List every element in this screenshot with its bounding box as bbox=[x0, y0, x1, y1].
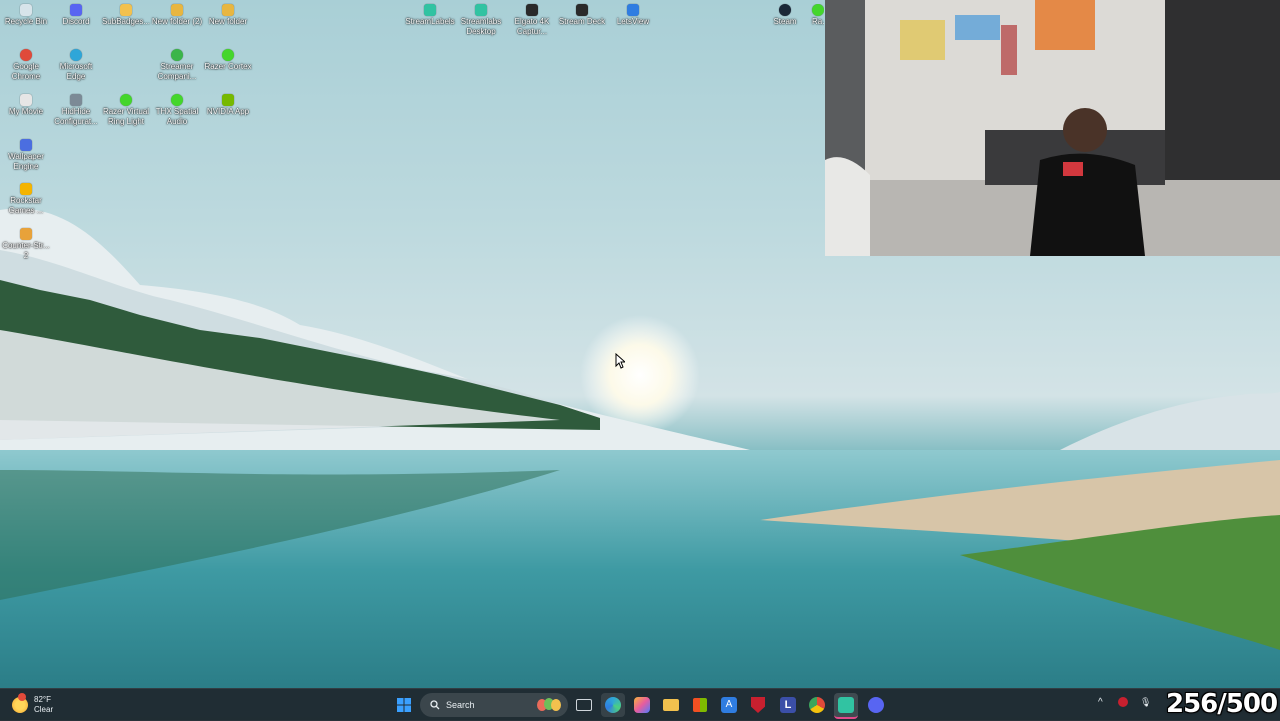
razer-shortcut-partial[interactable]: Ra... bbox=[794, 4, 824, 27]
azure-icon: A bbox=[721, 697, 737, 713]
mouse-cursor-icon bbox=[615, 353, 625, 369]
recycle-bin-icon bbox=[20, 4, 32, 16]
search-label: Search bbox=[446, 700, 475, 710]
l-app-taskbar-button[interactable]: L bbox=[776, 693, 800, 717]
streamlabs-icon bbox=[838, 697, 854, 713]
hidhide-icon bbox=[70, 94, 82, 106]
webcam-feed bbox=[825, 0, 1280, 256]
microsoft-edge-shortcut[interactable]: Microsoft Edge bbox=[50, 49, 102, 82]
weather-temperature: 82°F bbox=[34, 695, 51, 704]
file-explorer-icon bbox=[663, 699, 679, 711]
letsview-shortcut[interactable]: LetsView bbox=[607, 4, 659, 27]
discord-icon bbox=[868, 697, 884, 713]
discord-shortcut[interactable]: Discord bbox=[50, 4, 102, 27]
mcafee-taskbar-button[interactable] bbox=[746, 693, 770, 717]
streamer-companion-icon bbox=[171, 49, 183, 61]
new-folder-shortcut[interactable]: New folder bbox=[202, 4, 254, 27]
hidhide-shortcut[interactable]: HidHide Configurat... bbox=[50, 94, 102, 127]
chrome-icon bbox=[809, 697, 825, 713]
folder-icon bbox=[120, 4, 132, 16]
azure-taskbar-button[interactable]: A bbox=[717, 693, 741, 717]
elgato-4k-capture-shortcut[interactable]: Elgato 4K Captur... bbox=[506, 4, 558, 37]
streamlabs-taskbar-button[interactable] bbox=[834, 693, 858, 719]
tray-overflow-chevron-icon[interactable]: ^ bbox=[1098, 697, 1103, 708]
search-icon bbox=[430, 700, 440, 710]
elgato-icon bbox=[526, 4, 538, 16]
copilot-taskbar-button[interactable] bbox=[630, 693, 654, 717]
counter-strike-icon bbox=[20, 228, 32, 240]
start-button[interactable] bbox=[392, 693, 416, 717]
stream-deck-icon bbox=[576, 4, 588, 16]
nvidia-icon bbox=[222, 94, 234, 106]
microsoft-store-icon bbox=[693, 698, 707, 712]
tray-app-icon[interactable] bbox=[1118, 697, 1128, 710]
razer-icon bbox=[222, 49, 234, 61]
subbadges-shortcut[interactable]: SubBadges... bbox=[100, 4, 152, 27]
windows-start-icon bbox=[397, 698, 411, 712]
folder-icon bbox=[171, 4, 183, 16]
steam-icon bbox=[779, 4, 791, 16]
razer-icon bbox=[120, 94, 132, 106]
my-movie-shortcut[interactable]: My Movie bbox=[0, 94, 52, 117]
task-view-icon bbox=[576, 699, 592, 711]
rockstar-games-shortcut[interactable]: Rockstar Games ... bbox=[0, 183, 52, 216]
folder-icon bbox=[222, 4, 234, 16]
chrome-taskbar-button[interactable] bbox=[805, 693, 829, 717]
new-folder-2-shortcut[interactable]: New folder (2) bbox=[151, 4, 203, 27]
weather-widget[interactable]: 82°F Clear bbox=[12, 693, 53, 717]
store-taskbar-button[interactable] bbox=[688, 693, 712, 717]
taskbar-search-box[interactable]: Search bbox=[420, 693, 568, 717]
rockstar-icon bbox=[20, 183, 32, 195]
task-view-button[interactable] bbox=[572, 693, 596, 717]
stream-deck-shortcut[interactable]: Stream Deck bbox=[556, 4, 608, 27]
webcam-overlay bbox=[825, 0, 1280, 256]
movie-icon bbox=[20, 94, 32, 106]
copilot-icon bbox=[634, 697, 650, 713]
edge-icon bbox=[605, 697, 621, 713]
taskbar: 82°F Clear Search A L ^ 🎙 bbox=[0, 688, 1280, 721]
counter-strike-shortcut[interactable]: Counter-Str... 2 bbox=[0, 228, 52, 261]
recycle-bin-shortcut[interactable]: Recycle Bin bbox=[0, 4, 52, 27]
mcafee-shield-icon bbox=[751, 697, 765, 713]
l-app-icon: L bbox=[780, 697, 796, 713]
streamlabels-icon bbox=[424, 4, 436, 16]
goal-counter-overlay: 256/500 bbox=[1166, 689, 1278, 719]
microphone-icon[interactable]: 🎙 bbox=[1140, 697, 1151, 708]
streamlabs-icon bbox=[475, 4, 487, 16]
edge-icon bbox=[70, 49, 82, 61]
wallpaper-engine-shortcut[interactable]: Wallpaper Engine bbox=[0, 139, 52, 172]
file-explorer-taskbar-button[interactable] bbox=[659, 693, 683, 717]
google-chrome-shortcut[interactable]: Google Chrome bbox=[0, 49, 52, 82]
search-highlight-balloons-icon bbox=[537, 698, 561, 711]
razer-icon bbox=[812, 4, 824, 16]
streamlabs-desktop-shortcut[interactable]: Streamlabs Desktop bbox=[455, 4, 507, 37]
discord-icon bbox=[70, 4, 82, 16]
chrome-icon bbox=[20, 49, 32, 61]
letsview-icon bbox=[627, 4, 639, 16]
razer-icon bbox=[171, 94, 183, 106]
discord-taskbar-button[interactable] bbox=[864, 693, 888, 717]
edge-taskbar-button[interactable] bbox=[601, 693, 625, 717]
weather-sun-icon bbox=[12, 693, 28, 713]
wallpaper-engine-icon bbox=[20, 139, 32, 151]
streamlabels-shortcut[interactable]: StreamLabels bbox=[404, 4, 456, 27]
weather-condition: Clear bbox=[34, 705, 54, 714]
razer-virtual-ring-light-shortcut[interactable]: Razer Virtual Ring Light bbox=[100, 94, 152, 127]
notification-badge bbox=[18, 693, 26, 701]
razer-cortex-shortcut[interactable]: Razer Cortex bbox=[202, 49, 254, 72]
thx-spatial-audio-shortcut[interactable]: THX Spatial Audio bbox=[151, 94, 203, 127]
nvidia-app-shortcut[interactable]: NVIDIA App bbox=[202, 94, 254, 117]
streamer-companion-shortcut[interactable]: Streamer Compani... bbox=[151, 49, 203, 82]
